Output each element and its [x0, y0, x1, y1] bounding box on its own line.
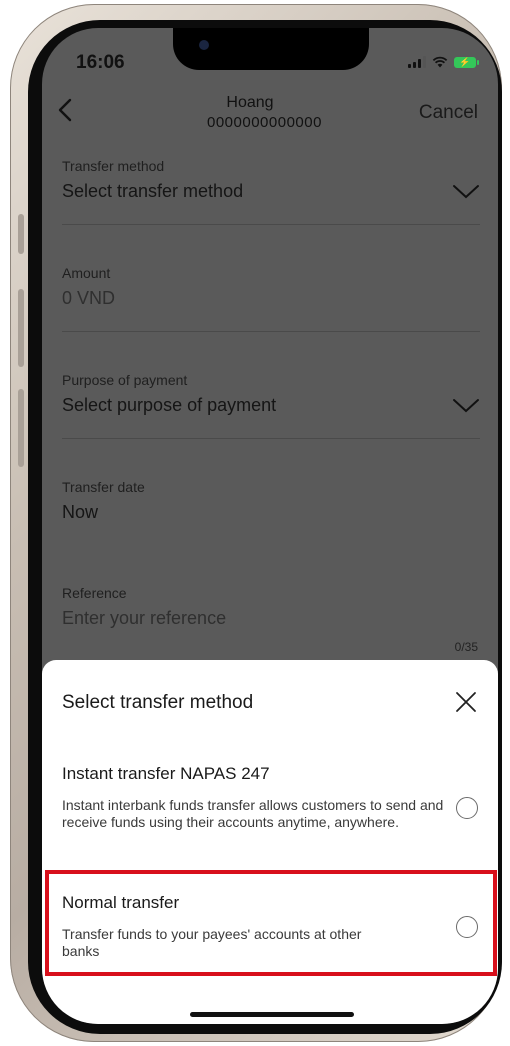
notch [173, 28, 369, 70]
transfer-date-field[interactable]: Transfer date Now [62, 479, 480, 545]
transfer-form: Transfer method Select transfer method A… [62, 158, 480, 651]
volume-up-button [18, 289, 24, 367]
reference-char-counter: 0/35 [454, 640, 478, 654]
amount-value: 0 VND [62, 288, 116, 308]
transfer-method-value: Select transfer method [62, 181, 244, 201]
status-time: 16:06 [76, 52, 125, 73]
status-icons: ⚡ [408, 56, 479, 68]
purpose-label: Purpose of payment [62, 372, 188, 388]
radio-button[interactable] [456, 797, 478, 819]
option-title: Instant transfer NAPAS 247 [62, 764, 270, 783]
option-description: Instant interbank funds transfer allows … [62, 797, 444, 830]
navigation-bar: Hoang 0000000000000 Cancel [42, 92, 498, 138]
wifi-icon [432, 56, 448, 68]
transfer-method-select[interactable]: Transfer method Select transfer method [62, 158, 480, 225]
highlight-box [45, 870, 497, 976]
transfer-date-value: Now [62, 502, 99, 522]
chevron-down-icon [453, 399, 479, 413]
home-indicator [190, 1012, 354, 1017]
transfer-date-label: Transfer date [62, 479, 145, 495]
cancel-button[interactable]: Cancel [419, 102, 478, 124]
volume-down-button [18, 389, 24, 467]
chevron-down-icon [453, 185, 479, 199]
sheet-title: Select transfer method [62, 692, 254, 713]
purpose-value: Select purpose of payment [62, 395, 277, 415]
reference-label: Reference [62, 585, 127, 601]
payee-name: Hoang [226, 94, 274, 111]
signal-icon [408, 56, 426, 68]
payee-account-number: 0000000000000 [207, 114, 322, 131]
reference-field[interactable]: Reference Enter your reference [62, 585, 480, 651]
mute-switch [18, 214, 24, 254]
camera-icon [199, 40, 209, 50]
amount-label: Amount [62, 265, 111, 281]
reference-input[interactable]: Enter your reference [62, 608, 480, 629]
transfer-method-label: Transfer method [62, 158, 165, 174]
purpose-select[interactable]: Purpose of payment Select purpose of pay… [62, 372, 480, 439]
close-icon[interactable] [454, 690, 478, 714]
battery-icon: ⚡ [454, 56, 479, 68]
amount-field[interactable]: Amount 0 VND [62, 265, 480, 332]
